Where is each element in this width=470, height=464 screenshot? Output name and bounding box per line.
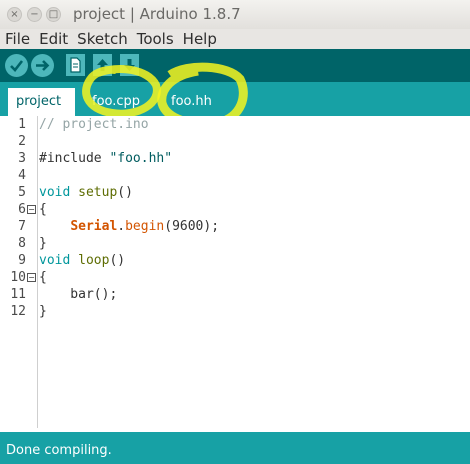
code-line[interactable]: } (39, 235, 47, 252)
code-token: . (117, 219, 126, 234)
tab-project[interactable]: project (8, 88, 75, 116)
code-line[interactable]: { (39, 201, 47, 218)
tab-foo-hh[interactable]: foo.hh (163, 88, 232, 116)
code-token: bar(); (39, 287, 118, 302)
line-number: 9 (18, 253, 26, 268)
line-number: 12 (10, 304, 26, 319)
gutter-divider (37, 116, 38, 428)
code-token: // project.ino (39, 117, 149, 132)
line-number: 3 (18, 151, 26, 166)
minimize-icon[interactable]: − (27, 7, 42, 22)
code-token: void (39, 185, 71, 200)
menu-help[interactable]: Help (183, 29, 217, 49)
line-gutter: 1 2 3 4 5 6 7 8 9 10 11 12− − (0, 116, 37, 432)
code-line[interactable]: void setup() (39, 184, 133, 201)
line-number: 10 (10, 270, 26, 285)
line-number: 11 (10, 287, 26, 302)
code-token: Serial (70, 219, 118, 234)
line-number: 4 (18, 168, 26, 183)
fold-toggle-icon[interactable]: − (27, 273, 36, 282)
code-token: } (39, 304, 47, 319)
menu-sketch[interactable]: Sketch (77, 29, 128, 49)
fold-toggle-icon[interactable]: − (27, 205, 36, 214)
menu-tools[interactable]: Tools (137, 29, 174, 49)
line-number: 7 (18, 219, 26, 234)
line-number: 6 (18, 202, 26, 217)
maximize-icon[interactable]: □ (46, 7, 61, 22)
line-number: 5 (18, 185, 26, 200)
code-line[interactable]: bar(); (39, 286, 117, 303)
line-number: 2 (18, 134, 26, 149)
code-token: { (39, 270, 47, 285)
code-token: "foo.hh" (109, 151, 173, 166)
title-bar: × − □ project | Arduino 1.8.7 (0, 0, 470, 29)
menu-bar: File Edit Sketch Tools Help (0, 29, 470, 49)
code-token: setup (78, 185, 118, 200)
line-number: 8 (18, 236, 26, 251)
toolbar (0, 49, 470, 82)
code-token: loop (78, 253, 110, 268)
tab-bar: project foo.cpp foo.hh (0, 82, 470, 116)
upload-icon[interactable] (31, 54, 54, 77)
code-line[interactable]: #include "foo.hh" (39, 150, 172, 167)
new-icon[interactable] (66, 54, 85, 76)
menu-file[interactable]: File (5, 29, 30, 49)
window-title: project | Arduino 1.8.7 (73, 5, 241, 23)
code-token: () (117, 185, 133, 200)
code-editor[interactable]: 1 2 3 4 5 6 7 8 9 10 11 12− − // project.ino #include… (0, 116, 470, 432)
save-icon[interactable] (120, 54, 139, 76)
code-line[interactable]: { (39, 269, 47, 286)
code-token: } (39, 236, 47, 251)
tab-foo-cpp[interactable]: foo.cpp (84, 88, 156, 116)
code-line[interactable]: Serial.begin(9600); (39, 218, 219, 235)
code-token: { (39, 202, 47, 217)
open-icon[interactable] (93, 54, 112, 76)
code-line[interactable]: // project.ino (39, 116, 149, 133)
code-token: (9600); (164, 219, 220, 234)
code-token: #include (39, 151, 110, 166)
code-line[interactable]: } (39, 303, 47, 320)
status-message: Done compiling. (0, 438, 470, 464)
code-token: () (109, 253, 126, 268)
code-token: void (39, 253, 71, 268)
verify-icon[interactable] (5, 54, 28, 77)
code-token: begin (125, 219, 165, 234)
menu-edit[interactable]: Edit (39, 29, 68, 49)
line-number: 1 (18, 117, 26, 132)
code-line[interactable]: void loop() (39, 252, 125, 269)
close-icon[interactable]: × (7, 7, 22, 22)
